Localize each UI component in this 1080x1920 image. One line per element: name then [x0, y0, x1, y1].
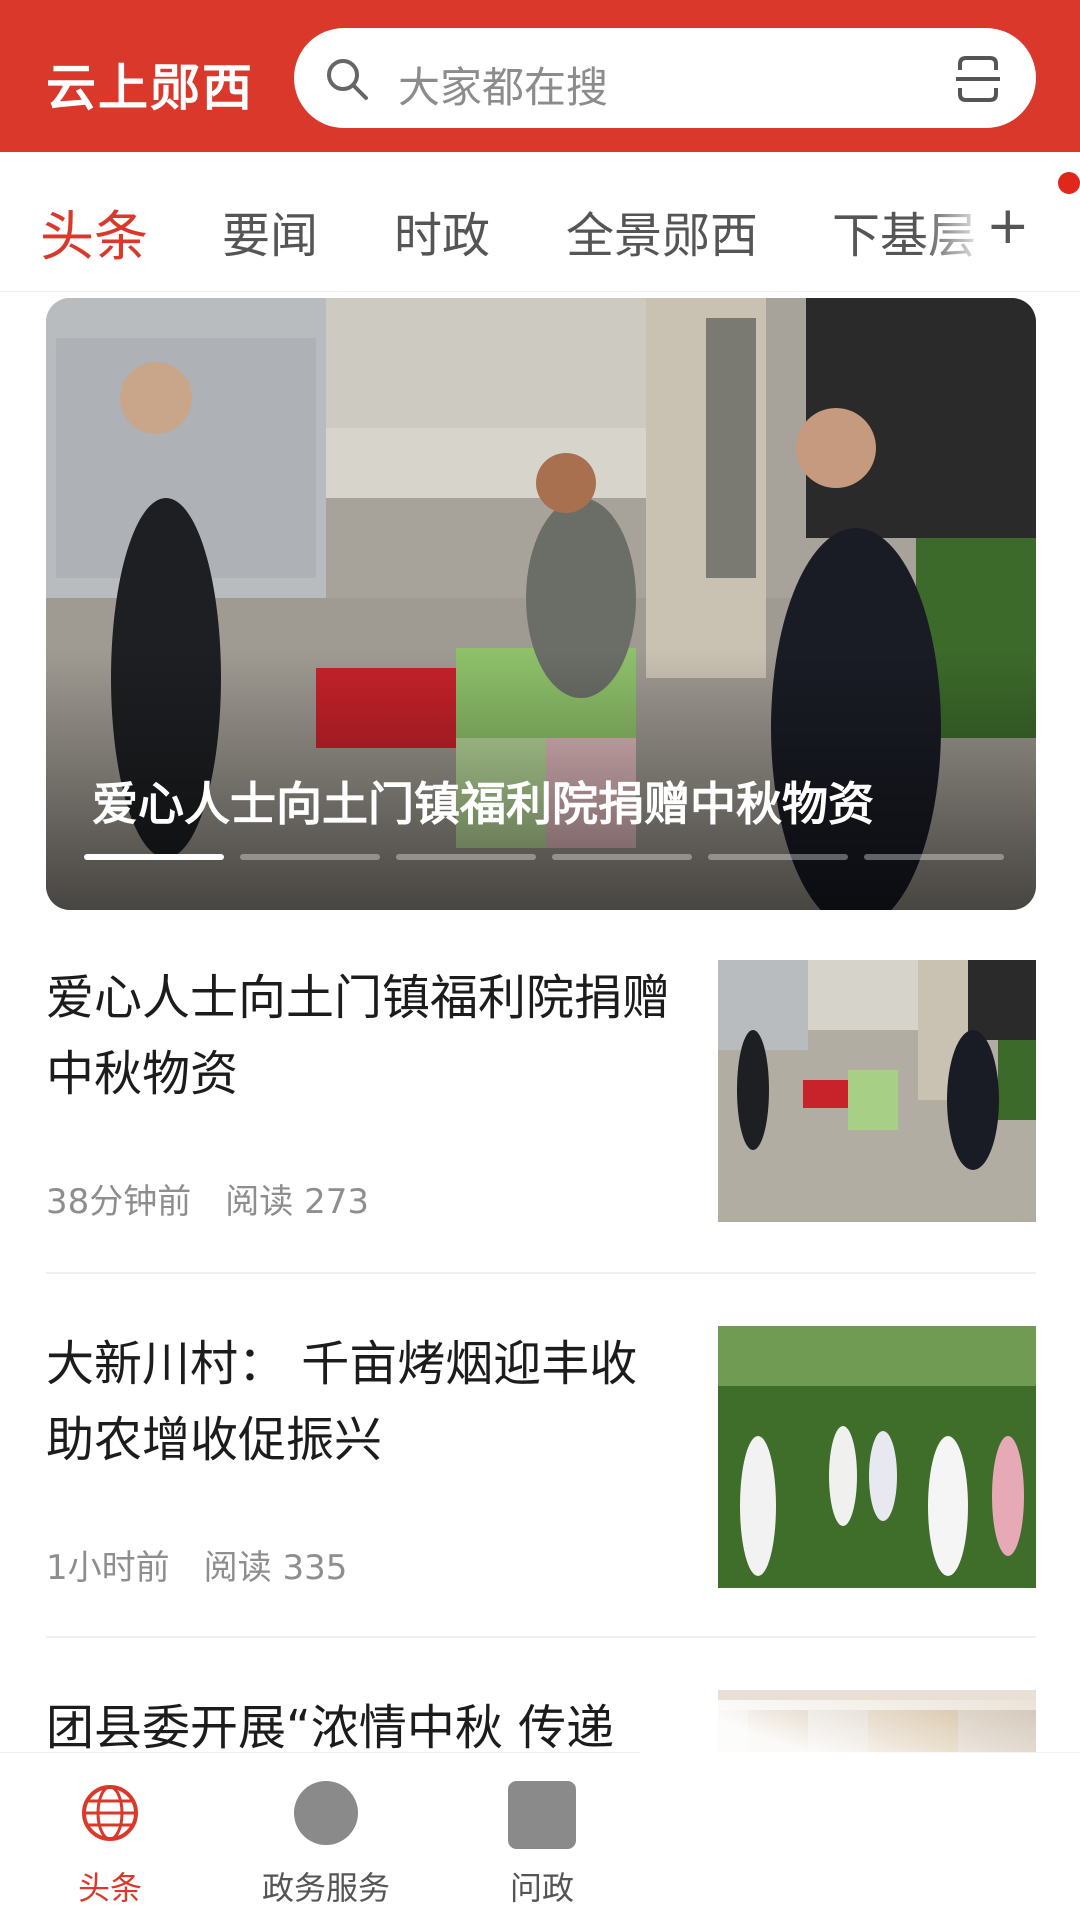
news-time: 1小时前	[46, 1548, 170, 1588]
news-item[interactable]: 大新川村： 千亩烤烟迎丰收 助农增收促振兴 1小时前 阅读 335	[46, 1326, 1036, 1588]
tab-politics[interactable]: 时政	[394, 196, 490, 266]
tab-panorama[interactable]: 全景郧西	[566, 196, 758, 266]
news-item[interactable]: 爱心人士向土门镇福利院捐赠中秋物资 38分钟前 阅读 273	[46, 960, 1036, 1222]
news-reads: 阅读 335	[203, 1548, 348, 1588]
carousel-dot[interactable]	[708, 854, 848, 860]
tab-fade	[920, 182, 990, 272]
search-icon	[327, 59, 368, 100]
banner-title: 爱心人士向土门镇福利院捐赠中秋物资	[92, 777, 874, 831]
news-thumbnail	[718, 960, 1036, 1222]
divider	[46, 1272, 1036, 1274]
search-placeholder: 大家都在搜	[398, 63, 609, 112]
globe-icon	[82, 1785, 138, 1841]
nav-label: 政务服务	[261, 1869, 390, 1907]
plus-icon[interactable]: +	[986, 196, 1030, 256]
scan-icon[interactable]	[954, 54, 1002, 104]
carousel-dot[interactable]	[240, 854, 380, 860]
placeholder-square-icon	[508, 1781, 576, 1849]
channel-tabs: 头条 要闻 时政 全景郧西 下基层 +	[0, 152, 1080, 292]
news-title: 大新川村： 千亩烤烟迎丰收 助农增收促振兴	[46, 1336, 638, 1468]
nav-label: 问政	[509, 1869, 574, 1907]
tab-headlines[interactable]: 头条	[40, 192, 148, 271]
carousel-dot[interactable]	[552, 854, 692, 860]
notification-dot	[1058, 172, 1080, 194]
news-title: 爱心人士向土门镇福利院捐赠中秋物资	[46, 970, 671, 1102]
news-reads: 阅读 273	[225, 1182, 369, 1222]
nav-label: 头条	[77, 1869, 142, 1907]
carousel-indicator	[84, 854, 1024, 860]
nav-headlines[interactable]: 头条	[30, 1753, 190, 1920]
nav-gov-services[interactable]: 政务服务	[246, 1753, 406, 1920]
news-time: 38分钟前	[46, 1182, 192, 1222]
news-meta: 1小时前 阅读 335	[46, 1540, 347, 1589]
carousel-dot[interactable]	[84, 854, 224, 860]
news-thumbnail	[718, 1326, 1036, 1588]
divider	[46, 1636, 1036, 1638]
placeholder-circle-icon	[294, 1781, 358, 1845]
news-meta: 38分钟前 阅读 273	[46, 1174, 369, 1223]
banner-carousel[interactable]: 爱心人士向土门镇福利院捐赠中秋物资	[46, 298, 1036, 910]
carousel-dot[interactable]	[864, 854, 1004, 860]
carousel-dot[interactable]	[396, 854, 536, 860]
tab-news[interactable]: 要闻	[222, 196, 318, 266]
screen-glare	[640, 1700, 1080, 1920]
search-bar[interactable]: 大家都在搜	[294, 28, 1036, 128]
app-header: 云上郧西 大家都在搜	[0, 0, 1080, 152]
nav-inquiry[interactable]: 问政	[462, 1753, 622, 1920]
app-logo[interactable]: 云上郧西	[46, 48, 254, 120]
